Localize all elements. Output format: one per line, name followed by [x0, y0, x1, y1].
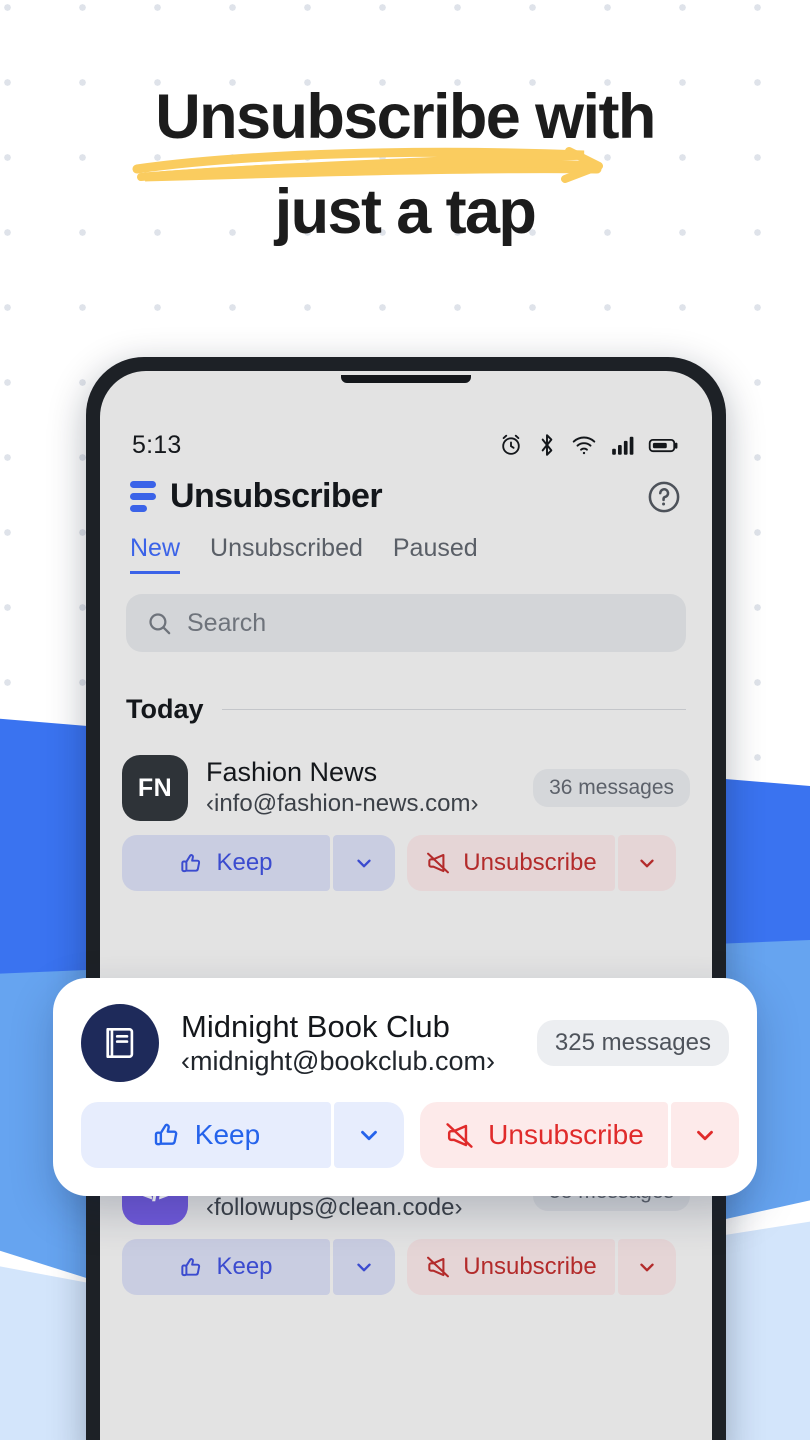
- search-bar[interactable]: Search: [126, 594, 686, 652]
- unsubscribe-button[interactable]: Unsubscribe: [407, 835, 615, 891]
- section-header-today: Today: [126, 694, 686, 725]
- megaphone-muted-icon: [427, 852, 450, 874]
- search-icon: [149, 612, 171, 634]
- chevron-down-icon: [361, 1130, 377, 1141]
- status-icon-group: [498, 432, 680, 458]
- thumbs-up-icon: [181, 1257, 201, 1276]
- keep-button[interactable]: Keep: [122, 835, 330, 891]
- headline-text-1: Unsubscribe with: [155, 82, 656, 152]
- app-title: Unsubscriber: [170, 477, 383, 515]
- featured-keep-dropdown-button[interactable]: [334, 1102, 404, 1168]
- headline-line-1: Unsubscribe with: [132, 82, 656, 183]
- unsubscribe-label: Unsubscribe: [463, 1253, 597, 1280]
- status-bar: 5:13: [100, 371, 712, 463]
- section-title: Today: [126, 694, 204, 724]
- section-divider: [221, 709, 686, 710]
- keep-segmented-button: Keep: [122, 835, 395, 891]
- megaphone-muted-icon: [446, 1122, 473, 1148]
- promo-headline: Unsubscribe with just a tap: [0, 84, 810, 246]
- featured-sender-card: Midnight Book Club ‹midnight@bookclub.co…: [53, 978, 757, 1196]
- chevron-down-icon: [357, 1263, 371, 1272]
- battery-icon: [648, 438, 678, 453]
- featured-sender-email: ‹midnight@bookclub.com›: [181, 1045, 496, 1076]
- phone-mockup: 5:13 Unsubscriber New Unsubscribed Pause…: [86, 357, 726, 1440]
- wifi-icon: [572, 436, 596, 455]
- keep-segmented-button: Keep: [122, 1239, 395, 1295]
- keep-label: Keep: [216, 1253, 273, 1280]
- tab-new[interactable]: New: [130, 534, 181, 574]
- cellular-icon: [612, 436, 634, 455]
- keep-button[interactable]: Keep: [122, 1239, 330, 1295]
- keep-dropdown-button[interactable]: [333, 1239, 395, 1295]
- sender-info: FN Fashion News ‹info@fashion-news.com› …: [122, 755, 690, 821]
- featured-unsubscribe-button[interactable]: Unsubscribe: [420, 1102, 668, 1168]
- featured-unsubscribe-segmented-button: Unsubscribe: [420, 1102, 739, 1168]
- sender-row-fashion-news: FN Fashion News ‹info@fashion-news.com› …: [122, 755, 690, 891]
- tab-unsubscribed[interactable]: Unsubscribed: [210, 534, 363, 574]
- keep-dropdown-button[interactable]: [333, 835, 395, 891]
- search-placeholder: Search: [187, 608, 267, 637]
- unsubscribe-segmented-button: Unsubscribe: [407, 1239, 676, 1295]
- promo-screenshot: Unsubscribe with just a tap 5:13 Unsubsc…: [0, 0, 810, 1440]
- sender-email: ‹followups@clean.code›: [206, 1193, 463, 1221]
- initials-avatar: FN: [122, 755, 188, 821]
- status-time: 5:13: [132, 430, 182, 459]
- featured-unsubscribe-label: Unsubscribe: [488, 1119, 644, 1150]
- chevron-down-icon: [697, 1130, 713, 1141]
- chevron-down-icon: [640, 859, 654, 868]
- featured-sender-name: Midnight Book Club: [181, 1008, 450, 1044]
- unsubscribe-segmented-button: Unsubscribe: [407, 835, 676, 891]
- featured-actions: Keep Unsubscribe: [81, 1102, 739, 1168]
- alarm-icon: [502, 434, 520, 455]
- sender-actions: Keep Unsubscribe: [122, 835, 690, 891]
- featured-meta: Midnight Book Club ‹midnight@bookclub.co…: [181, 1008, 515, 1079]
- list-bars-icon: [130, 481, 156, 512]
- featured-message-count-badge: 325 messages: [536, 1020, 729, 1066]
- thumbs-up-icon: [154, 1123, 178, 1146]
- sender-name: Fashion News: [206, 757, 378, 788]
- book-icon: [81, 1004, 159, 1082]
- bluetooth-icon: [541, 434, 553, 456]
- unsubscribe-button[interactable]: Unsubscribe: [407, 1239, 615, 1295]
- megaphone-muted-icon: [427, 1256, 450, 1278]
- chevron-down-icon: [357, 859, 371, 868]
- tab-bar: New Unsubscribed Paused: [100, 516, 712, 574]
- book-glyph: [106, 1028, 134, 1058]
- sender-meta: Fashion News ‹info@fashion-news.com›: [206, 757, 515, 819]
- unsubscribe-label: Unsubscribe: [463, 849, 597, 876]
- question-circle-icon[interactable]: [646, 479, 682, 515]
- chevron-down-icon: [640, 1263, 654, 1272]
- app-header: Unsubscriber: [100, 463, 712, 516]
- keep-label: Keep: [216, 849, 273, 876]
- featured-keep-button[interactable]: Keep: [81, 1102, 331, 1168]
- featured-unsubscribe-dropdown-button[interactable]: [671, 1102, 739, 1168]
- tab-paused[interactable]: Paused: [393, 534, 478, 574]
- unsubscribe-dropdown-button[interactable]: [618, 1239, 676, 1295]
- sender-actions: Keep Unsubscribe: [122, 1239, 690, 1295]
- phone-screen: 5:13 Unsubscriber New Unsubscribed Pause…: [100, 371, 712, 1440]
- featured-sender-info: Midnight Book Club ‹midnight@bookclub.co…: [81, 1004, 729, 1082]
- featured-keep-segmented-button: Keep: [81, 1102, 404, 1168]
- unsubscribe-dropdown-button[interactable]: [618, 835, 676, 891]
- headline-line-2: just a tap: [274, 176, 537, 247]
- featured-keep-label: Keep: [194, 1119, 261, 1150]
- thumbs-up-icon: [181, 853, 201, 872]
- phone-speaker-slot: [341, 375, 471, 383]
- message-count-badge: 36 messages: [533, 769, 690, 807]
- app-brand: Unsubscriber: [130, 477, 383, 516]
- sender-email: ‹info@fashion-news.com›: [206, 789, 479, 817]
